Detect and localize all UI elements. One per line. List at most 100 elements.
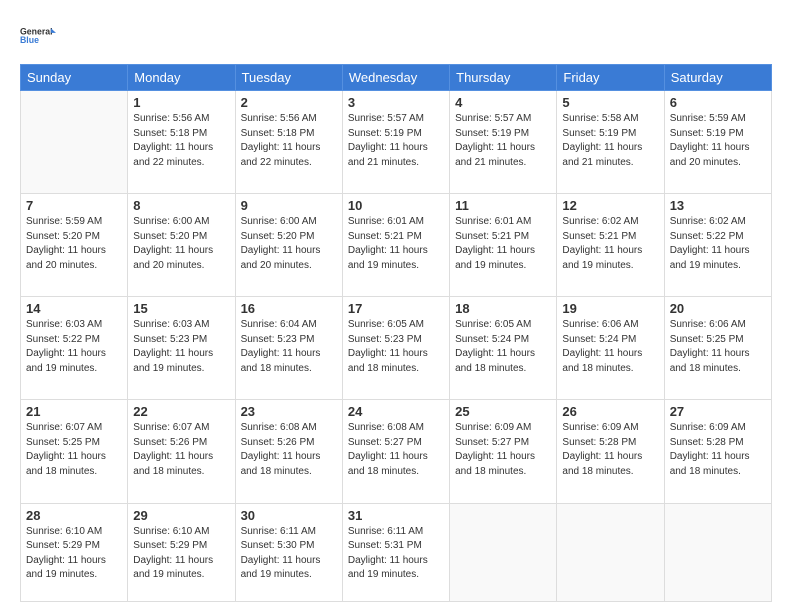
day-number: 22 (133, 404, 229, 419)
day-number: 21 (26, 404, 122, 419)
calendar-cell: 5Sunrise: 5:58 AMSunset: 5:19 PMDaylight… (557, 91, 664, 194)
calendar-cell (664, 503, 771, 602)
calendar-cell: 2 Sunrise: 5:56 AMSunset: 5:18 PMDaylight… (235, 91, 342, 194)
calendar-cell: 6 Sunrise: 5:59 AMSunset: 5:19 PMDaylight… (664, 91, 771, 194)
calendar-cell: 24 Sunrise: 6:08 AMSunset: 5:27 PMDayligh… (342, 400, 449, 503)
day-number: 28 (26, 508, 122, 523)
day-info: Sunrise: 6:06 AMSunset: 5:25 PMDaylight:… (670, 318, 766, 376)
calendar-cell: 15 Sunrise: 6:03 AMSunset: 5:23 PMDayligh… (128, 297, 235, 400)
day-number: 13 (670, 198, 766, 213)
day-info: Sunrise: 6:07 AMSunset: 5:26 PMDaylight:… (133, 421, 229, 479)
day-number: 29 (133, 508, 229, 523)
day-number: 26 (562, 404, 658, 419)
weekday-header-wednesday: Wednesday (342, 65, 449, 91)
day-number: 25 (455, 404, 551, 419)
day-info: Sunrise: 6:02 AMSunset: 5:21 PMDaylight:… (562, 215, 658, 273)
calendar-cell: 11 Sunrise: 6:01 AMSunset: 5:21 PMDayligh… (450, 194, 557, 297)
weekday-header-tuesday: Tuesday (235, 65, 342, 91)
calendar-cell: 20 Sunrise: 6:06 AMSunset: 5:25 PMDayligh… (664, 297, 771, 400)
day-number: 17 (348, 301, 444, 316)
day-info: Sunrise: 6:10 AMSunset: 5:29 PMDaylight:… (26, 525, 122, 583)
day-info: Sunrise: 6:08 AMSunset: 5:26 PMDaylight:… (241, 421, 337, 479)
day-number: 3 (348, 95, 444, 110)
calendar-table: SundayMondayTuesdayWednesdayThursdayFrid… (20, 64, 772, 602)
day-info: Sunrise: 6:01 AMSunset: 5:21 PMDaylight:… (348, 215, 444, 273)
calendar-cell: 23 Sunrise: 6:08 AMSunset: 5:26 PMDayligh… (235, 400, 342, 503)
day-number: 19 (562, 301, 658, 316)
day-info: Sunrise: 5:57 AMSunset: 5:19 PMDaylight:… (455, 112, 551, 170)
day-info: Sunrise: 6:11 AMSunset: 5:31 PMDaylight:… (348, 525, 444, 583)
day-number: 14 (26, 301, 122, 316)
calendar-cell (21, 91, 128, 194)
calendar-cell: 18 Sunrise: 6:05 AMSunset: 5:24 PMDayligh… (450, 297, 557, 400)
day-number: 24 (348, 404, 444, 419)
day-number: 23 (241, 404, 337, 419)
day-number: 11 (455, 198, 551, 213)
calendar-cell: 17 Sunrise: 6:05 AMSunset: 5:23 PMDayligh… (342, 297, 449, 400)
day-number: 20 (670, 301, 766, 316)
calendar-cell: 29 Sunrise: 6:10 AMSunset: 5:29 PMDayligh… (128, 503, 235, 602)
day-info: Sunrise: 5:59 AMSunset: 5:19 PMDaylight:… (670, 112, 766, 170)
calendar-cell: 14 Sunrise: 6:03 AMSunset: 5:22 PMDayligh… (21, 297, 128, 400)
day-info: Sunrise: 6:11 AMSunset: 5:30 PMDaylight:… (241, 525, 337, 583)
calendar-cell: 8 Sunrise: 6:00 AMSunset: 5:20 PMDaylight… (128, 194, 235, 297)
calendar-cell: 9 Sunrise: 6:00 AMSunset: 5:20 PMDaylight… (235, 194, 342, 297)
day-info: Sunrise: 6:00 AMSunset: 5:20 PMDaylight:… (241, 215, 337, 273)
day-number: 5 (562, 95, 658, 110)
weekday-header-monday: Monday (128, 65, 235, 91)
day-info: Sunrise: 5:59 AMSunset: 5:20 PMDaylight:… (26, 215, 122, 273)
day-number: 9 (241, 198, 337, 213)
calendar-cell: 19Sunrise: 6:06 AMSunset: 5:24 PMDayligh… (557, 297, 664, 400)
calendar-cell: 22 Sunrise: 6:07 AMSunset: 5:26 PMDayligh… (128, 400, 235, 503)
calendar-cell (450, 503, 557, 602)
day-number: 10 (348, 198, 444, 213)
calendar-cell: 10 Sunrise: 6:01 AMSunset: 5:21 PMDayligh… (342, 194, 449, 297)
day-number: 30 (241, 508, 337, 523)
day-info: Sunrise: 6:07 AMSunset: 5:25 PMDaylight:… (26, 421, 122, 479)
calendar-cell: 28 Sunrise: 6:10 AMSunset: 5:29 PMDayligh… (21, 503, 128, 602)
day-info: Sunrise: 5:56 AMSunset: 5:18 PMDaylight:… (241, 112, 337, 170)
weekday-header-friday: Friday (557, 65, 664, 91)
day-info: Sunrise: 6:03 AMSunset: 5:23 PMDaylight:… (133, 318, 229, 376)
weekday-header-sunday: Sunday (21, 65, 128, 91)
day-number: 18 (455, 301, 551, 316)
day-info: Sunrise: 6:09 AMSunset: 5:28 PMDaylight:… (670, 421, 766, 479)
day-number: 6 (670, 95, 766, 110)
calendar-cell (557, 503, 664, 602)
calendar-cell: 31Sunrise: 6:11 AMSunset: 5:31 PMDayligh… (342, 503, 449, 602)
day-info: Sunrise: 6:05 AMSunset: 5:24 PMDaylight:… (455, 318, 551, 376)
day-info: Sunrise: 6:04 AMSunset: 5:23 PMDaylight:… (241, 318, 337, 376)
calendar-cell: 21 Sunrise: 6:07 AMSunset: 5:25 PMDayligh… (21, 400, 128, 503)
day-info: Sunrise: 6:09 AMSunset: 5:28 PMDaylight:… (562, 421, 658, 479)
logo: General Blue (20, 18, 56, 54)
day-info: Sunrise: 6:01 AMSunset: 5:21 PMDaylight:… (455, 215, 551, 273)
calendar-cell: 13Sunrise: 6:02 AMSunset: 5:22 PMDayligh… (664, 194, 771, 297)
day-number: 8 (133, 198, 229, 213)
logo-svg: General Blue (20, 18, 56, 54)
day-info: Sunrise: 6:00 AMSunset: 5:20 PMDaylight:… (133, 215, 229, 273)
weekday-header-thursday: Thursday (450, 65, 557, 91)
day-number: 1 (133, 95, 229, 110)
calendar-cell: 25 Sunrise: 6:09 AMSunset: 5:27 PMDayligh… (450, 400, 557, 503)
svg-text:Blue: Blue (20, 35, 39, 45)
day-number: 2 (241, 95, 337, 110)
day-info: Sunrise: 6:09 AMSunset: 5:27 PMDaylight:… (455, 421, 551, 479)
day-number: 15 (133, 301, 229, 316)
calendar-cell: 4Sunrise: 5:57 AMSunset: 5:19 PMDaylight… (450, 91, 557, 194)
day-info: Sunrise: 6:08 AMSunset: 5:27 PMDaylight:… (348, 421, 444, 479)
weekday-header-saturday: Saturday (664, 65, 771, 91)
day-info: Sunrise: 6:03 AMSunset: 5:22 PMDaylight:… (26, 318, 122, 376)
day-info: Sunrise: 5:57 AMSunset: 5:19 PMDaylight:… (348, 112, 444, 170)
day-info: Sunrise: 6:05 AMSunset: 5:23 PMDaylight:… (348, 318, 444, 376)
day-info: Sunrise: 6:10 AMSunset: 5:29 PMDaylight:… (133, 525, 229, 583)
calendar-cell: 27 Sunrise: 6:09 AMSunset: 5:28 PMDayligh… (664, 400, 771, 503)
calendar-cell: 1Sunrise: 5:56 AMSunset: 5:18 PMDaylight… (128, 91, 235, 194)
calendar-cell: 30 Sunrise: 6:11 AMSunset: 5:30 PMDayligh… (235, 503, 342, 602)
calendar-cell: 16 Sunrise: 6:04 AMSunset: 5:23 PMDayligh… (235, 297, 342, 400)
calendar-cell: 3 Sunrise: 5:57 AMSunset: 5:19 PMDaylight… (342, 91, 449, 194)
calendar-cell: 26 Sunrise: 6:09 AMSunset: 5:28 PMDayligh… (557, 400, 664, 503)
day-number: 7 (26, 198, 122, 213)
day-number: 12 (562, 198, 658, 213)
day-number: 16 (241, 301, 337, 316)
day-number: 27 (670, 404, 766, 419)
